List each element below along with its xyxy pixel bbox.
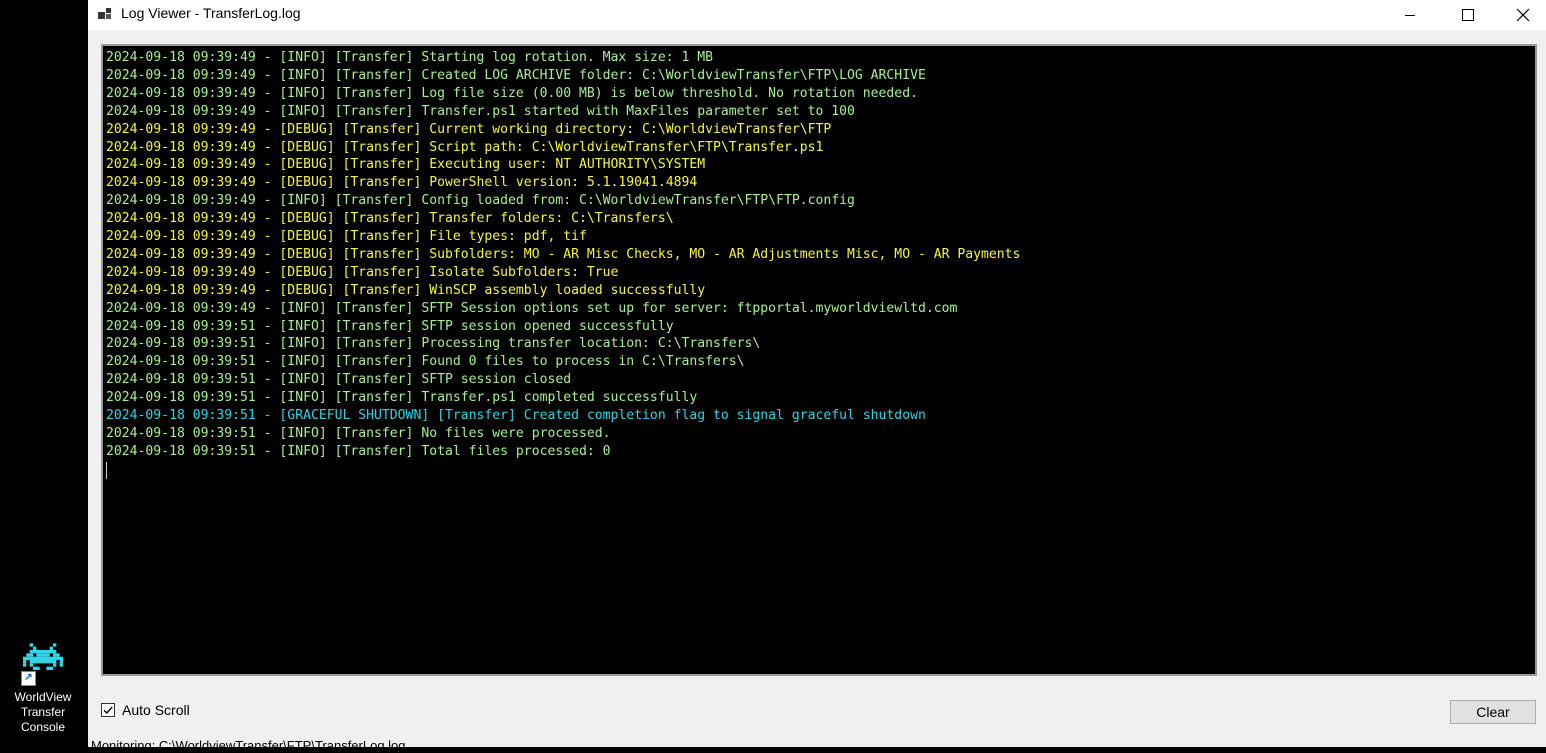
- log-line-info: 2024-09-18 09:39:51 - [INFO] [Transfer] …: [106, 443, 611, 459]
- log-viewer-window: Log Viewer - TransferLog.log 2024-09-18 …: [88, 0, 1546, 753]
- log-line-info: 2024-09-18 09:39:49 - [INFO] [Transfer] …: [106, 103, 855, 119]
- log-textbox[interactable]: 2024-09-18 09:39:49 - [INFO] [Transfer] …: [101, 44, 1537, 676]
- shortcut-arrow-icon: ↗: [21, 671, 36, 686]
- desktop-shortcut-worldview-transfer-console[interactable]: ↗ WorldView Transfer Console: [2, 640, 84, 735]
- log-line-info: 2024-09-18 09:39:51 - [INFO] [Transfer] …: [106, 318, 674, 334]
- log-line-debug: 2024-09-18 09:39:49 - [DEBUG] [Transfer]…: [106, 157, 706, 173]
- minimize-button[interactable]: [1387, 0, 1433, 30]
- auto-scroll-label: Auto Scroll: [122, 702, 190, 718]
- log-line-info: 2024-09-18 09:39:51 - [INFO] [Transfer] …: [106, 354, 745, 370]
- log-line-info: 2024-09-18 09:39:49 - [INFO] [Transfer] …: [106, 85, 918, 101]
- text-caret: [106, 461, 107, 479]
- app-icon: [97, 6, 113, 22]
- log-line-info: 2024-09-18 09:39:51 - [INFO] [Transfer] …: [106, 336, 761, 352]
- log-line-debug: 2024-09-18 09:39:49 - [DEBUG] [Transfer]…: [106, 211, 674, 227]
- log-line-info: 2024-09-18 09:39:49 - [INFO] [Transfer] …: [106, 300, 958, 316]
- space-invader-icon: ↗: [21, 640, 63, 686]
- log-line-debug: 2024-09-18 09:39:49 - [DEBUG] [Transfer]…: [106, 264, 619, 280]
- close-button[interactable]: [1500, 0, 1546, 30]
- log-line-info: 2024-09-18 09:39:51 - [INFO] [Transfer] …: [106, 425, 611, 441]
- log-line-debug: 2024-09-18 09:39:49 - [DEBUG] [Transfer]…: [106, 175, 698, 191]
- log-line-debug: 2024-09-18 09:39:49 - [DEBUG] [Transfer]…: [106, 246, 1021, 262]
- close-icon: [1516, 8, 1530, 22]
- log-line-graceful: 2024-09-18 09:39:51 - [GRACEFUL SHUTDOWN…: [106, 408, 926, 423]
- checkmark-icon: [103, 706, 113, 715]
- clear-button[interactable]: Clear: [1450, 700, 1536, 724]
- desktop: ↗ WorldView Transfer Console: [0, 0, 88, 747]
- log-line-debug: 2024-09-18 09:39:49 - [DEBUG] [Transfer]…: [106, 139, 824, 155]
- log-line-debug: 2024-09-18 09:39:49 - [DEBUG] [Transfer]…: [106, 121, 832, 137]
- log-line-info: 2024-09-18 09:39:51 - [INFO] [Transfer] …: [106, 372, 572, 388]
- window-title: Log Viewer - TransferLog.log: [121, 5, 301, 21]
- log-line-info: 2024-09-18 09:39:49 - [INFO] [Transfer] …: [106, 67, 926, 83]
- title-bar[interactable]: Log Viewer - TransferLog.log: [88, 0, 1546, 30]
- minimize-icon: [1405, 15, 1415, 16]
- log-line-info: 2024-09-18 09:39:49 - [INFO] [Transfer] …: [106, 193, 855, 209]
- status-text: Monitoring: C:\WorldviewTransfer\FTP\Tra…: [91, 738, 406, 753]
- log-line-debug: 2024-09-18 09:39:49 - [DEBUG] [Transfer]…: [106, 229, 587, 244]
- log-line-debug: 2024-09-18 09:39:49 - [DEBUG] [Transfer]…: [106, 282, 706, 298]
- maximize-icon: [1462, 9, 1474, 21]
- maximize-button[interactable]: [1445, 0, 1491, 30]
- checkbox-box[interactable]: [101, 703, 115, 717]
- log-line-info: 2024-09-18 09:39:51 - [INFO] [Transfer] …: [106, 390, 698, 406]
- auto-scroll-checkbox[interactable]: Auto Scroll: [101, 700, 190, 720]
- desktop-shortcut-label: WorldView Transfer Console: [14, 690, 72, 734]
- log-line-info: 2024-09-18 09:39:49 - [INFO] [Transfer] …: [106, 50, 713, 65]
